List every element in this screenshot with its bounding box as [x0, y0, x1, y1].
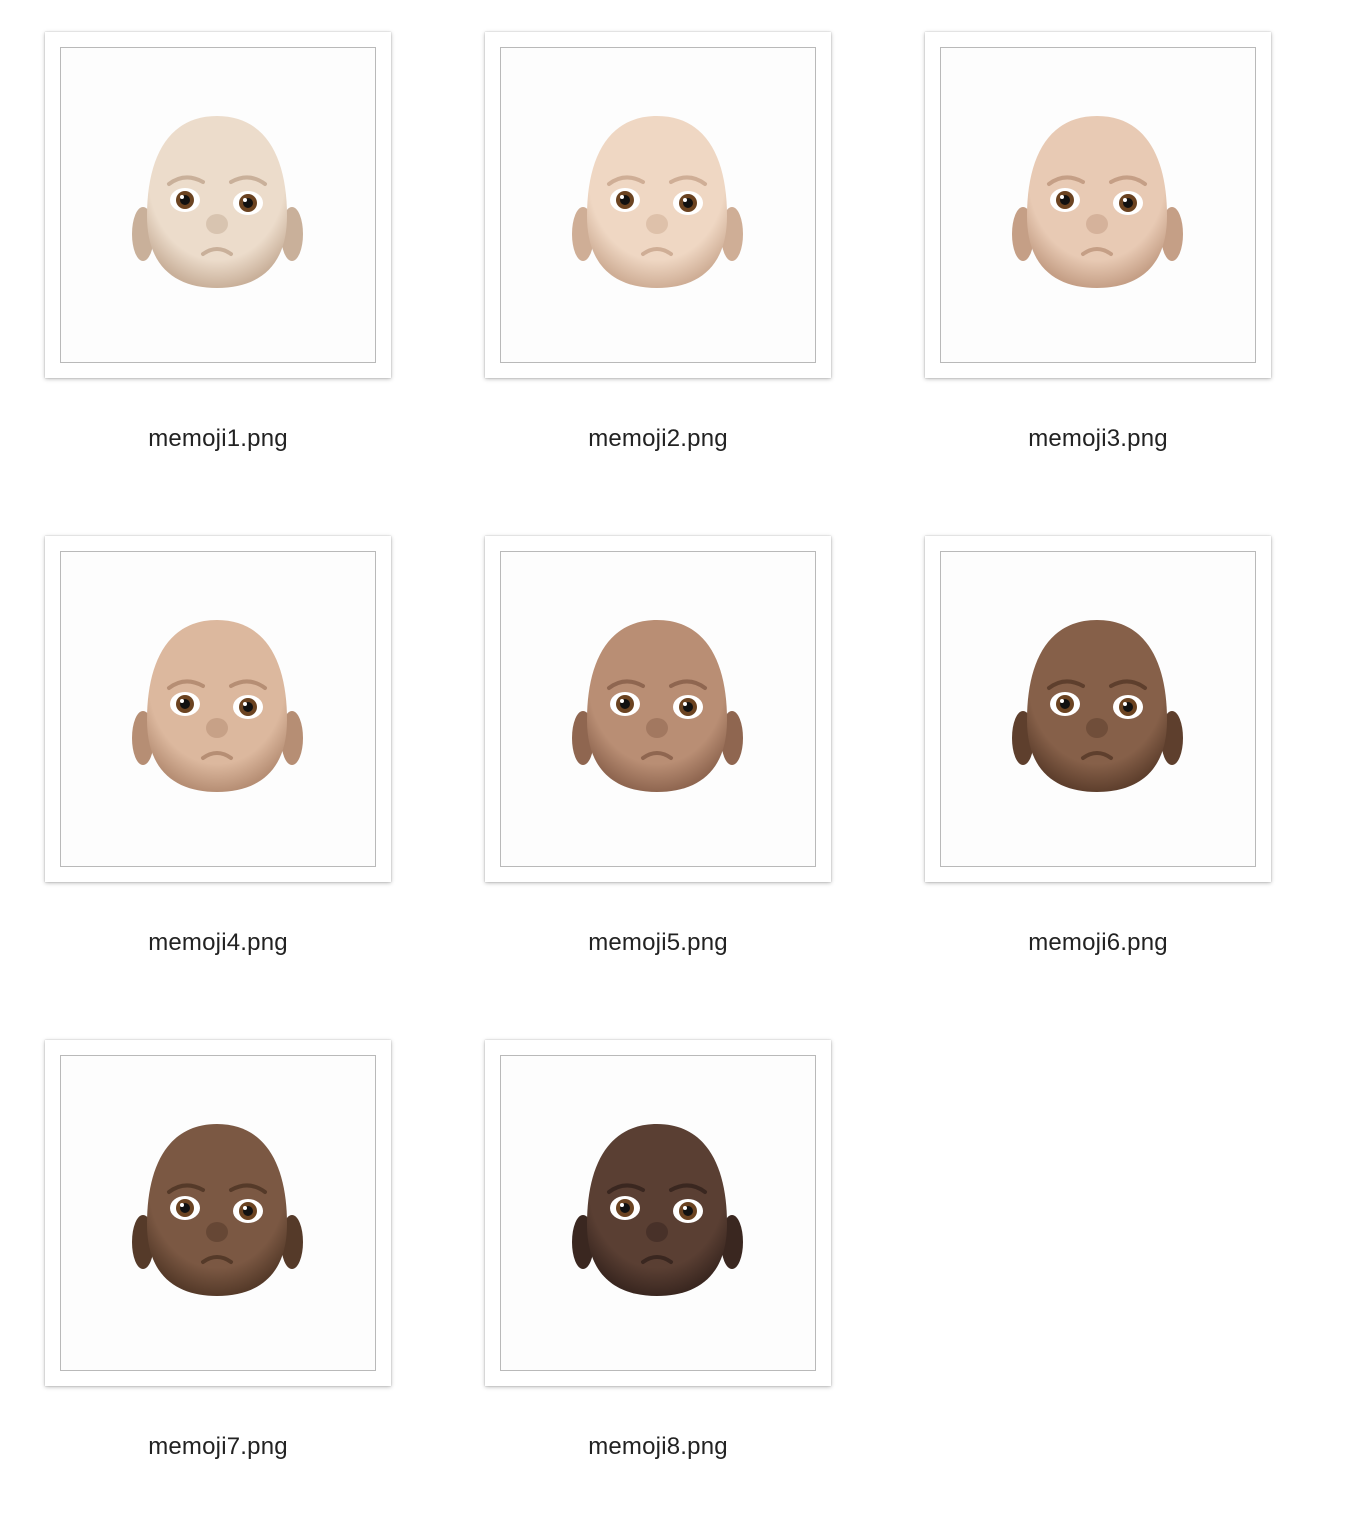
file-item[interactable]: memoji3.png — [925, 32, 1273, 472]
memoji-face-image — [1012, 116, 1183, 288]
file-name-label[interactable]: memoji5.png — [485, 929, 831, 957]
memoji-face-image — [572, 1124, 743, 1296]
memoji-face-image — [1012, 620, 1183, 792]
file-thumbnail[interactable] — [45, 1040, 391, 1386]
thumbnail-preview — [500, 551, 816, 867]
memoji-face-image — [132, 620, 303, 792]
file-name-label[interactable]: memoji3.png — [925, 425, 1271, 453]
file-thumbnail[interactable] — [45, 536, 391, 882]
thumbnail-preview — [500, 47, 816, 363]
file-item[interactable]: memoji4.png — [45, 536, 393, 976]
file-name-label[interactable]: memoji8.png — [485, 1433, 831, 1461]
file-name-label[interactable]: memoji7.png — [45, 1433, 391, 1461]
file-name-label[interactable]: memoji4.png — [45, 929, 391, 957]
thumbnail-preview — [60, 551, 376, 867]
memoji-face-image — [132, 1124, 303, 1296]
file-item[interactable]: memoji2.png — [485, 32, 833, 472]
file-item[interactable]: memoji7.png — [45, 1040, 393, 1480]
file-name-label[interactable]: memoji2.png — [485, 425, 831, 453]
file-name-label[interactable]: memoji6.png — [925, 929, 1271, 957]
file-item[interactable]: memoji6.png — [925, 536, 1273, 976]
file-item[interactable]: memoji1.png — [45, 32, 393, 472]
file-thumbnail[interactable] — [925, 536, 1271, 882]
file-thumbnail[interactable] — [485, 1040, 831, 1386]
file-thumbnail[interactable] — [485, 536, 831, 882]
file-item[interactable]: memoji5.png — [485, 536, 833, 976]
file-thumbnail[interactable] — [45, 32, 391, 378]
file-name-label[interactable]: memoji1.png — [45, 425, 391, 453]
thumbnail-preview — [940, 47, 1256, 363]
file-item[interactable]: memoji8.png — [485, 1040, 833, 1480]
file-thumbnail[interactable] — [925, 32, 1271, 378]
file-thumbnail[interactable] — [485, 32, 831, 378]
thumbnail-preview — [60, 47, 376, 363]
thumbnail-preview — [60, 1055, 376, 1371]
memoji-face-image — [572, 116, 743, 288]
memoji-face-image — [572, 620, 743, 792]
thumbnail-preview — [500, 1055, 816, 1371]
memoji-face-image — [132, 116, 303, 288]
thumbnail-preview — [940, 551, 1256, 867]
